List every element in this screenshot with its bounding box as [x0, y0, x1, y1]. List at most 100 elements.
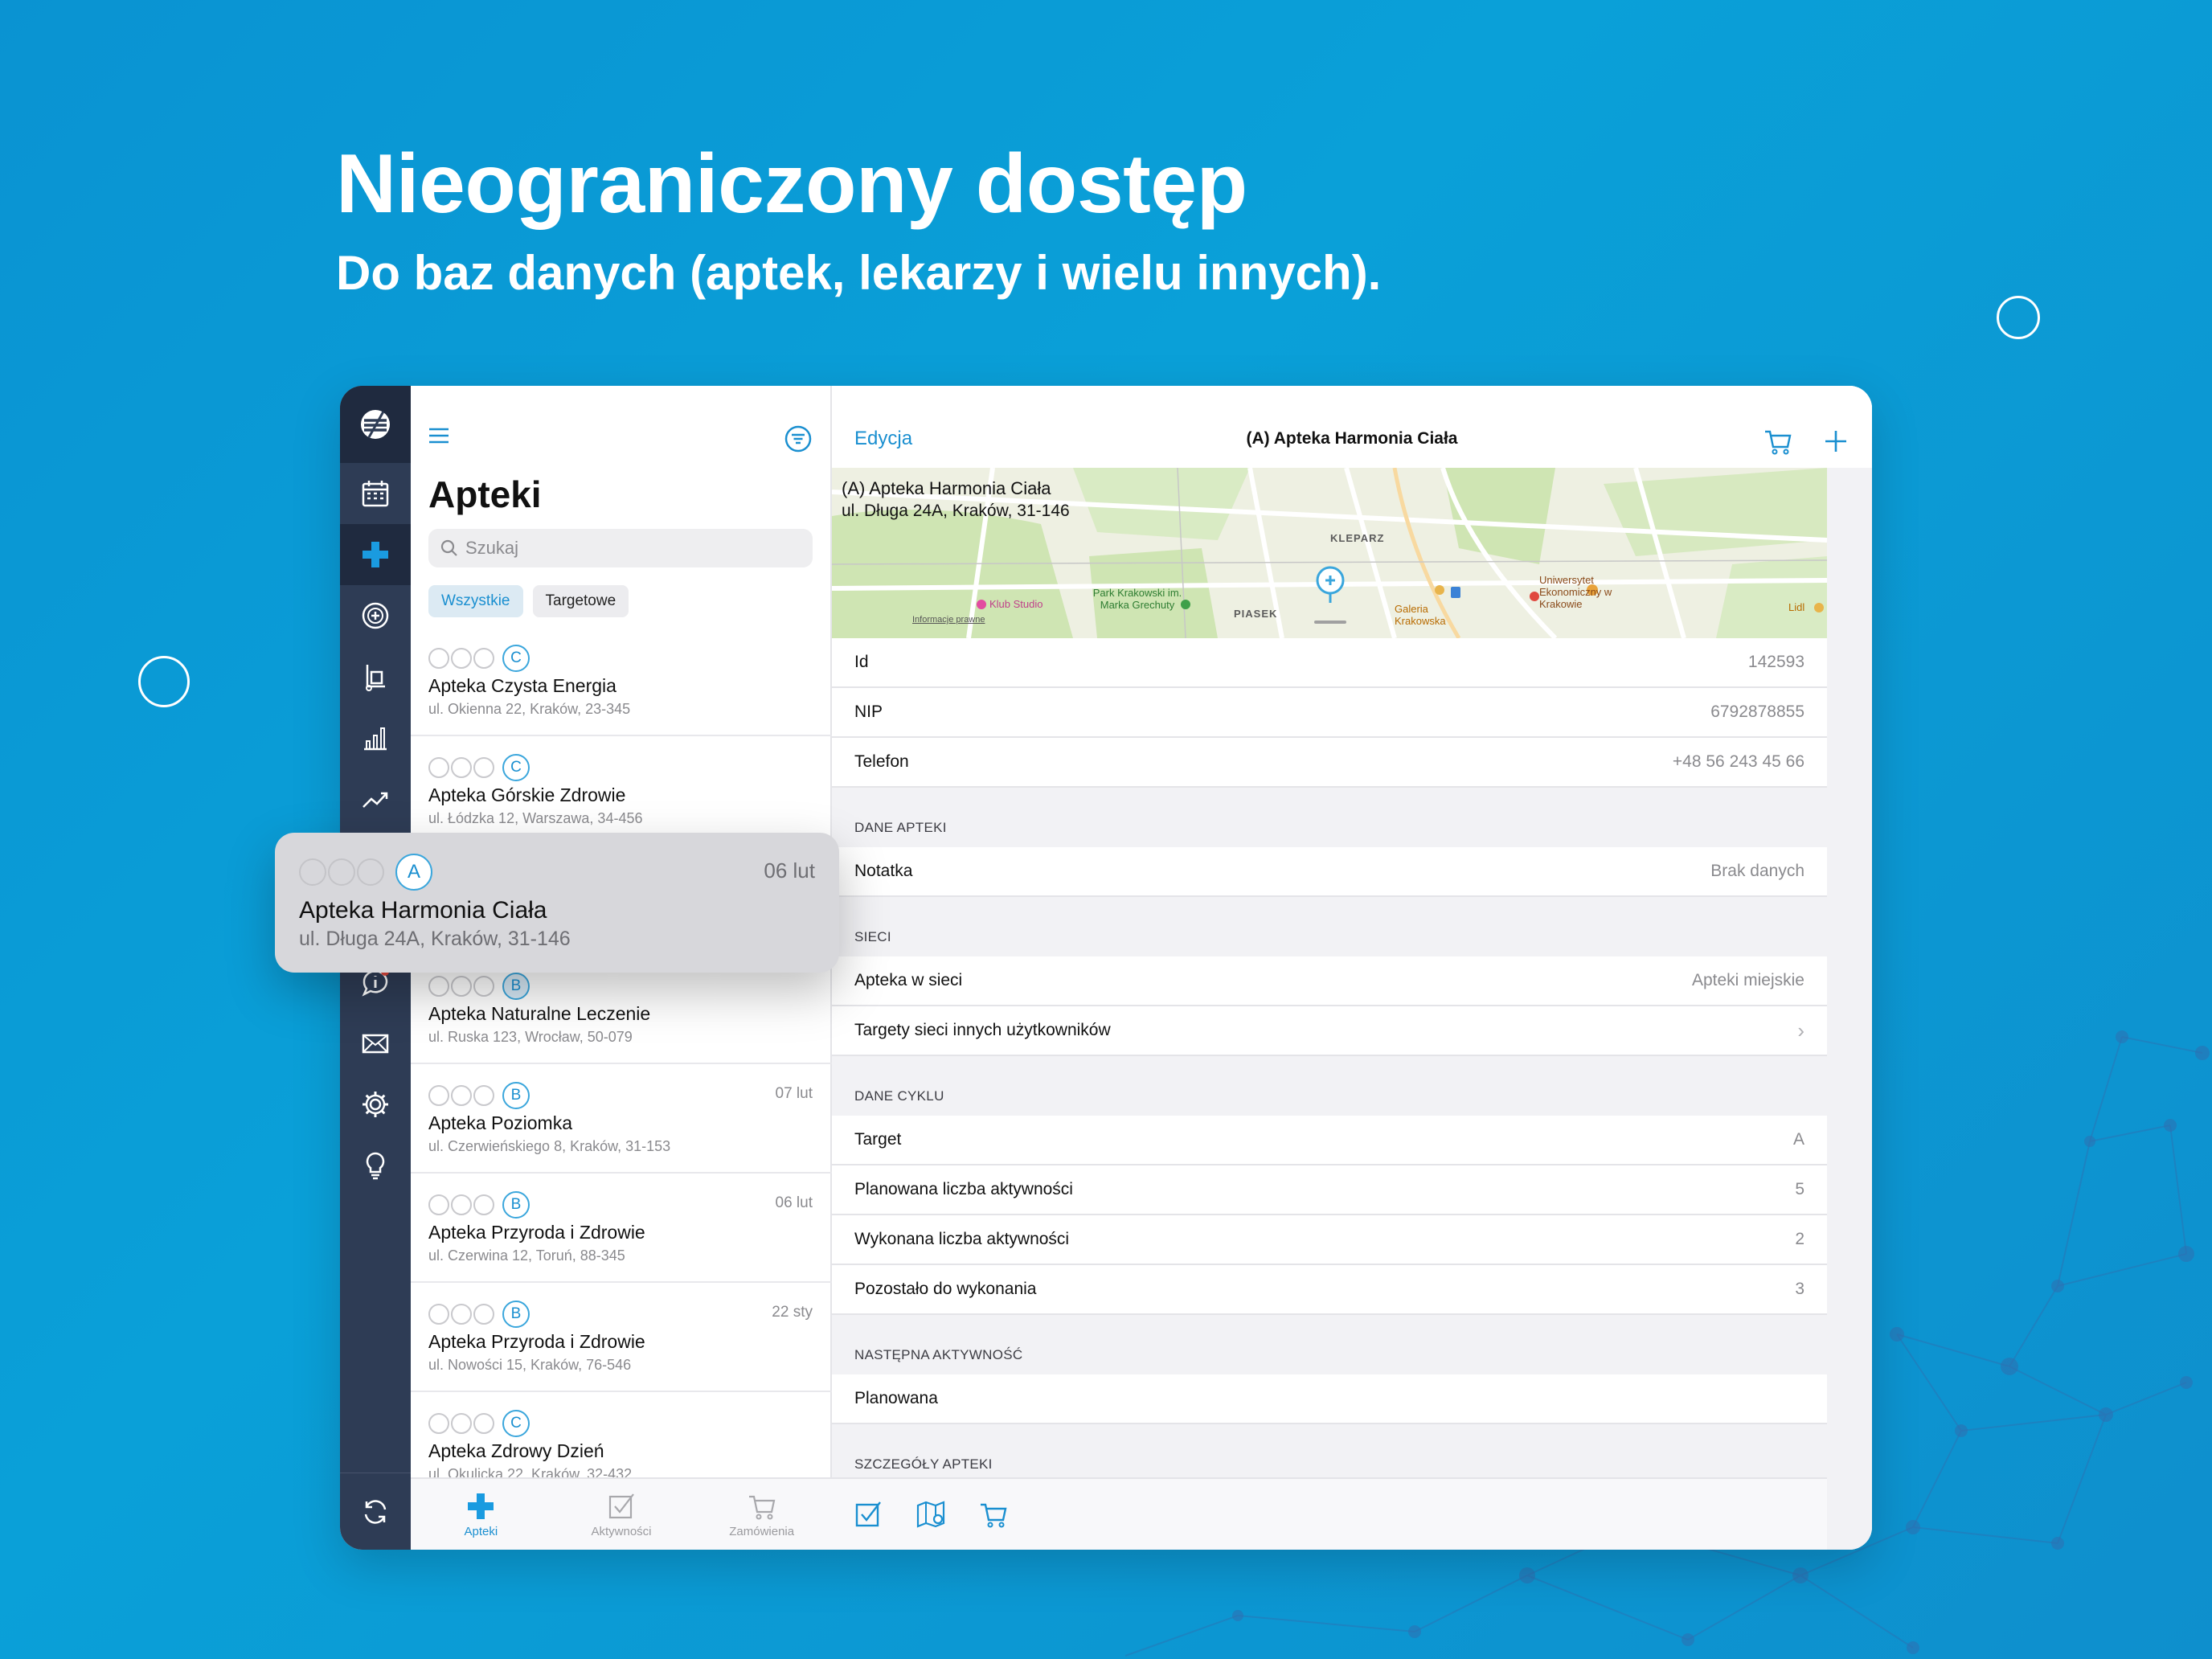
- map-poi: Klub Studio: [989, 598, 1043, 610]
- field-label: NIP: [854, 703, 883, 721]
- map-poi: Uniwersytet Ekonomiczny w Krakowie: [1539, 574, 1612, 610]
- field-label: Id: [854, 653, 869, 671]
- item-address: ul. Nowości 15, Kraków, 76-546: [428, 1357, 632, 1373]
- rail-reports[interactable]: [340, 707, 411, 768]
- tab-label: Apteki: [464, 1524, 498, 1538]
- chip-targeted[interactable]: Targetowe: [532, 585, 629, 617]
- gear-icon: [363, 1092, 388, 1117]
- map-pin-icon[interactable]: [916, 1499, 946, 1530]
- target-badge: C: [502, 645, 530, 672]
- field-done-count: Wykonana liczba aktywności 2: [832, 1215, 1827, 1265]
- field-label: Telefon: [854, 752, 909, 771]
- rail-trends[interactable]: [340, 768, 411, 830]
- list-item[interactable]: B 22 sty Apteka Przyroda i Zdrowie ul. N…: [411, 1283, 832, 1392]
- sync-icon: [364, 1499, 387, 1524]
- cross-icon: [468, 1493, 494, 1519]
- item-name: Apteka Przyroda i Zdrowie: [428, 1331, 645, 1352]
- field-label: Planowana: [854, 1389, 938, 1407]
- field-phone[interactable]: Telefon +48 56 243 45 66: [832, 738, 1827, 788]
- list-item[interactable]: C Apteka Górskie Zdrowie ul. Łódzka 12, …: [411, 736, 832, 846]
- item-date: 22 sty: [772, 1304, 813, 1321]
- field-value: 5: [1795, 1180, 1804, 1198]
- item-address: ul. Łódzka 12, Warszawa, 34-456: [428, 810, 643, 826]
- plus-icon[interactable]: [1821, 426, 1851, 457]
- visit-mark-icon: [428, 1304, 449, 1325]
- field-value: A: [1792, 1130, 1804, 1149]
- hamburger-icon[interactable]: [428, 428, 449, 444]
- field-note[interactable]: Notatka Brak danych: [832, 847, 1827, 897]
- field-id: Id 142593: [832, 638, 1827, 688]
- visit-mark-icon: [428, 757, 449, 778]
- pharmacy-list: C Apteka Czysta Energia ul. Okienna 22, …: [411, 627, 832, 1501]
- field-label: Target: [854, 1130, 902, 1149]
- visit-mark-icon: [473, 1194, 494, 1215]
- visit-mark-icon: [428, 976, 449, 997]
- target-badge: B: [502, 1191, 530, 1219]
- visit-mark-icon: [357, 858, 384, 886]
- rail-pharmacies[interactable]: [340, 524, 411, 585]
- search-icon: [440, 539, 457, 556]
- field-value: Apteki miejskie: [1691, 971, 1804, 989]
- rail-settings[interactable]: [340, 1074, 411, 1135]
- rail-mail[interactable]: [340, 1013, 411, 1074]
- map-legal-link[interactable]: Informacje prawne: [912, 614, 985, 626]
- section-title: SZCZEGÓŁY APTEKI: [854, 1456, 993, 1472]
- field-network: Apteka w sieci Apteki miejskie: [832, 956, 1827, 1006]
- list-item[interactable]: B 07 lut Apteka Poziomka ul. Czerwieński…: [411, 1064, 832, 1174]
- map-callout: (A) Apteka Harmonia Ciała ul. Długa 24A,…: [842, 477, 1070, 522]
- item-address: ul. Ruska 123, Wrocław, 50-079: [428, 1029, 633, 1045]
- filter-icon[interactable]: [784, 424, 813, 453]
- section-header: NASTĘPNA AKTYWNOŚĆ: [832, 1315, 1827, 1374]
- field-label: Planowana liczba aktywności: [854, 1180, 1073, 1198]
- checkbox-icon[interactable]: [853, 1499, 883, 1530]
- section-header: SIECI: [832, 897, 1827, 956]
- tab-activities[interactable]: Aktywności: [551, 1479, 692, 1550]
- detail-header: Edycja (A) Apteka Harmonia Ciała: [832, 386, 1872, 468]
- pharmacy-detail-pane: Edycja (A) Apteka Harmonia Ciała (A) Apt…: [832, 386, 1872, 1550]
- tab-label: Zamówienia: [729, 1524, 795, 1538]
- bar-chart-icon: [364, 727, 387, 751]
- field-nip: NIP 6792878855: [832, 688, 1827, 738]
- visit-mark-icon: [473, 757, 494, 778]
- map-poi: Galeria Krakowska: [1395, 603, 1446, 627]
- lightbulb-icon: [366, 1152, 385, 1180]
- app-logo[interactable]: [340, 386, 411, 463]
- item-date: 07 lut: [775, 1085, 813, 1102]
- map-district: PIASEK: [1234, 608, 1278, 620]
- cart-icon[interactable]: [1763, 426, 1793, 457]
- cart-icon[interactable]: [978, 1499, 1009, 1530]
- tab-pharmacies[interactable]: Apteki: [411, 1479, 551, 1550]
- section-title: DANE APTEKI: [854, 820, 947, 835]
- item-name: Apteka Naturalne Leczenie: [428, 1003, 651, 1024]
- map-district: KLEPARZ: [1330, 532, 1385, 544]
- rail-doctors[interactable]: [340, 585, 411, 646]
- page-subheadline: Do baz danych (aptek, lekarzy i wielu in…: [336, 246, 1382, 300]
- item-date: 06 lut: [764, 858, 815, 883]
- logo-icon: [361, 410, 390, 439]
- field-value: +48 56 243 45 66: [1672, 752, 1804, 771]
- location-map[interactable]: (A) Apteka Harmonia Ciała ul. Długa 24A,…: [832, 468, 1827, 638]
- list-item[interactable]: B 06 lut Apteka Przyroda i Zdrowie ul. C…: [411, 1174, 832, 1283]
- sync-button[interactable]: [340, 1473, 411, 1550]
- list-item[interactable]: C Apteka Czysta Energia ul. Okienna 22, …: [411, 627, 832, 736]
- checkbox-icon: [608, 1493, 634, 1518]
- chip-all[interactable]: Wszystkie: [428, 585, 523, 617]
- item-address: ul. Okienna 22, Kraków, 23-345: [428, 701, 631, 717]
- search-placeholder: Szukaj: [465, 538, 519, 558]
- next-activity[interactable]: Planowana: [832, 1374, 1827, 1424]
- tab-orders[interactable]: Zamówienia: [691, 1479, 832, 1550]
- network-targets-link[interactable]: Targety sieci innych użytkowników ›: [832, 1006, 1827, 1056]
- selected-pharmacy-card[interactable]: A 06 lut Apteka Harmonia Ciała ul. Długa…: [275, 833, 839, 973]
- field-label: Wykonana liczba aktywności: [854, 1230, 1070, 1248]
- field-label: Pozostało do wykonania: [854, 1280, 1037, 1298]
- map-poi: Lidl: [1788, 601, 1805, 613]
- search-input[interactable]: Szukaj: [428, 529, 813, 567]
- filter-chips: Wszystkie Targetowe: [428, 585, 629, 617]
- field-value: 6792878855: [1710, 703, 1804, 721]
- rail-tips[interactable]: [340, 1135, 411, 1196]
- item-address: ul. Czerwina 12, Toruń, 88-345: [428, 1247, 625, 1264]
- rail-products[interactable]: [340, 646, 411, 707]
- visit-mark-icon: [451, 1413, 472, 1434]
- section-title: DANE CYKLU: [854, 1088, 944, 1104]
- rail-calendar[interactable]: [340, 463, 411, 524]
